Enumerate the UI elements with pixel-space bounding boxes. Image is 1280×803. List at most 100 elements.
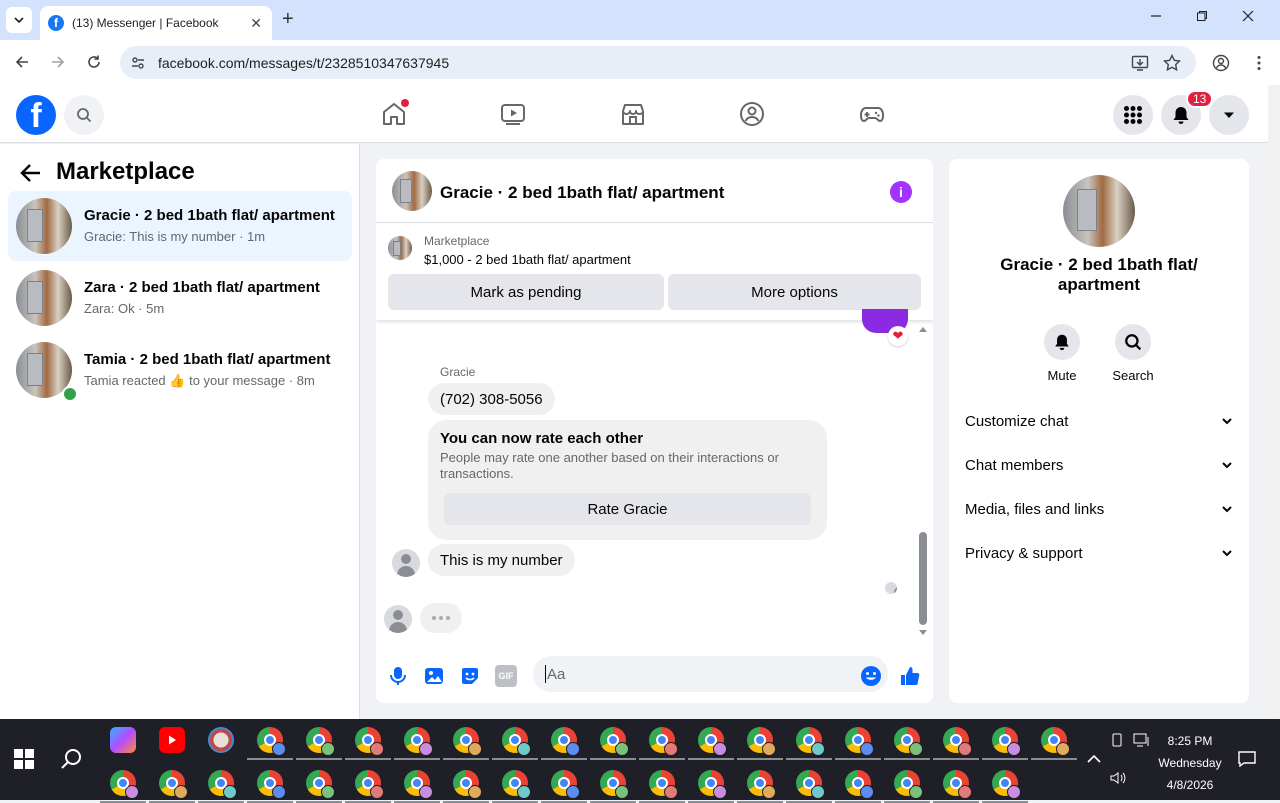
chrome-profile-icon[interactable]: [551, 727, 580, 756]
address-bar[interactable]: facebook.com/messages/t/2328510347637945: [120, 46, 1196, 79]
search-conversation-button[interactable]: Search: [1103, 324, 1163, 383]
profile-icon[interactable]: [1212, 54, 1230, 72]
chrome-profile-icon[interactable]: [698, 770, 727, 799]
chrome-profile-icon[interactable]: [894, 727, 923, 756]
chevron-up-icon[interactable]: [1087, 753, 1101, 763]
chrome-profile-icon[interactable]: [649, 770, 678, 799]
chrome-profile-icon[interactable]: [943, 727, 972, 756]
listing-price[interactable]: $1,000 - 2 bed 1bath flat/ apartment: [424, 252, 631, 267]
rate-gracie-button[interactable]: Rate Gracie: [444, 493, 811, 525]
chrome-profile-icon[interactable]: [404, 770, 433, 799]
back-arrow-icon[interactable]: [20, 162, 42, 184]
chrome-profile-icon[interactable]: [747, 770, 776, 799]
network-icon[interactable]: [1133, 733, 1151, 747]
chrome-profile-icon[interactable]: [600, 770, 629, 799]
gif-button[interactable]: GIF: [495, 665, 517, 687]
more-options-button[interactable]: More options: [668, 274, 921, 310]
forward-button[interactable]: [48, 52, 68, 72]
conversation-item-gracie[interactable]: Gracie · 2 bed 1bath flat/ apartment Gra…: [8, 191, 352, 261]
groups-icon[interactable]: [739, 101, 765, 127]
notification-center-icon[interactable]: [1238, 751, 1256, 767]
chrome-profile-icon[interactable]: [159, 770, 188, 799]
chrome-profile-icon[interactable]: [110, 770, 139, 799]
chrome-profile-icon[interactable]: [453, 770, 482, 799]
chat-members-row[interactable]: Chat members: [965, 453, 1233, 477]
privacy-support-row[interactable]: Privacy & support: [965, 541, 1233, 565]
heart-reaction-icon[interactable]: ❤: [888, 326, 908, 346]
chrome-profile-icon[interactable]: [355, 770, 384, 799]
chrome-profile-icon[interactable]: [306, 727, 335, 756]
page-scrollbar[interactable]: [1268, 85, 1280, 718]
chrome-profile-icon[interactable]: [796, 770, 825, 799]
kebab-menu-icon[interactable]: [1250, 54, 1268, 72]
chrome-profile-icon[interactable]: [208, 770, 237, 799]
chrome-profile-icon[interactable]: [306, 770, 335, 799]
chrome-profile-icon[interactable]: [257, 727, 286, 756]
chrome-profile-icon[interactable]: [943, 770, 972, 799]
facebook-search-button[interactable]: [64, 95, 104, 135]
conversation-item-tamia[interactable]: Tamia · 2 bed 1bath flat/ apartment Tami…: [8, 335, 352, 405]
chrome-profile-icon[interactable]: [1041, 727, 1070, 756]
chrome-profile-icon[interactable]: [453, 727, 482, 756]
chrome-profile-icon[interactable]: [845, 770, 874, 799]
restore-button[interactable]: [1196, 10, 1226, 22]
listing-thumbnail[interactable]: [388, 236, 412, 260]
profile-avatar[interactable]: [1063, 175, 1135, 247]
youtube-icon[interactable]: [159, 727, 185, 753]
browser-tab-messenger[interactable]: f (13) Messenger | Facebook ✕: [40, 6, 272, 40]
message-bubble-phone[interactable]: (702) 308-5056: [428, 383, 555, 415]
chrome-profile-icon[interactable]: [796, 727, 825, 756]
chrome-profile-icon[interactable]: [992, 770, 1021, 799]
windows-start-icon[interactable]: [14, 749, 34, 769]
chrome-profile-icon[interactable]: [551, 770, 580, 799]
facebook-logo-icon[interactable]: f: [16, 95, 56, 135]
taskbar-clock[interactable]: 8:25 PM Wednesday 4/8/2026: [1150, 730, 1230, 796]
info-icon[interactable]: i: [890, 181, 912, 203]
chrome-profile-icon[interactable]: [502, 770, 531, 799]
chrome-profile-icon[interactable]: [992, 727, 1021, 756]
reload-button[interactable]: [84, 52, 104, 72]
chrome-profile-icon[interactable]: [894, 770, 923, 799]
chrome-profile-icon[interactable]: [502, 727, 531, 756]
install-app-icon[interactable]: [1131, 54, 1149, 72]
gaming-icon[interactable]: [859, 101, 885, 127]
minimize-button[interactable]: [1150, 10, 1180, 22]
copilot-icon[interactable]: [110, 727, 136, 753]
chat-avatar[interactable]: [392, 171, 432, 211]
mark-as-pending-button[interactable]: Mark as pending: [388, 274, 664, 310]
marketplace-icon[interactable]: [620, 101, 646, 127]
bookmark-star-icon[interactable]: [1163, 54, 1181, 72]
chrome-profile-icon[interactable]: [649, 727, 678, 756]
volume-icon[interactable]: [1110, 771, 1126, 785]
message-bubble-last[interactable]: This is my number: [428, 544, 575, 576]
message-input[interactable]: Aa: [533, 656, 888, 692]
chrome-profile-icon[interactable]: [355, 727, 384, 756]
emoji-icon[interactable]: [860, 665, 882, 687]
chrome-profile-icon[interactable]: [845, 727, 874, 756]
scroll-up-arrow-icon[interactable]: [918, 325, 928, 333]
conversation-item-zara[interactable]: Zara · 2 bed 1bath flat/ apartment Zara:…: [8, 263, 352, 333]
microphone-icon[interactable]: [387, 665, 409, 687]
chrome-profile-icon[interactable]: [257, 770, 286, 799]
chrome-profile-icon[interactable]: [747, 727, 776, 756]
paint-app-icon[interactable]: [208, 727, 234, 753]
chrome-profile-icon[interactable]: [600, 727, 629, 756]
device-icon[interactable]: [1110, 733, 1124, 747]
photo-icon[interactable]: [423, 665, 445, 687]
tab-search-button[interactable]: [6, 7, 32, 33]
sticker-icon[interactable]: [459, 665, 481, 687]
tab-close-icon[interactable]: ✕: [250, 15, 262, 32]
chat-title[interactable]: Gracie · 2 bed 1bath flat/ apartment: [440, 183, 724, 203]
new-tab-button[interactable]: +: [282, 8, 294, 31]
account-button[interactable]: [1209, 95, 1249, 135]
close-window-button[interactable]: [1242, 10, 1272, 22]
back-button[interactable]: [12, 52, 32, 72]
menu-button[interactable]: [1113, 95, 1153, 135]
customize-chat-row[interactable]: Customize chat: [965, 409, 1233, 433]
chat-scrollbar-thumb[interactable]: [919, 532, 927, 625]
thumbs-up-icon[interactable]: [899, 665, 921, 687]
scroll-down-arrow-icon[interactable]: [918, 629, 928, 637]
taskbar-search-icon[interactable]: [60, 747, 84, 771]
site-settings-icon[interactable]: [130, 55, 146, 71]
chrome-profile-icon[interactable]: [698, 727, 727, 756]
